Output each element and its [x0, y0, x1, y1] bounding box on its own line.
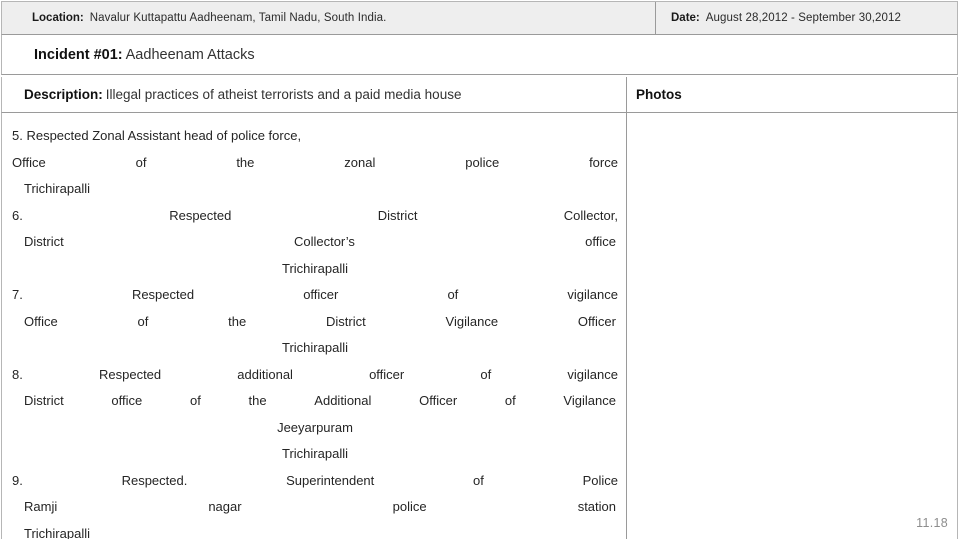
description-line: Office of the zonal police force — [12, 150, 618, 177]
description-word: the — [228, 313, 247, 329]
description-word: 5. Respected Zonal Assistant head of pol… — [12, 128, 302, 143]
description-word: Respected — [98, 366, 162, 382]
column-header-row: Description: Illegal practices of atheis… — [1, 77, 958, 113]
description-entry: 9. Respected. Superintendent of Police Ramji n… — [12, 468, 618, 540]
description-word: vigilance — [567, 366, 618, 382]
description-line: 9. Respected. Superintendent of Police — [12, 468, 618, 495]
description-word: of — [480, 366, 492, 382]
description-entry: 7. Respected officer of vigilance Office of the… — [12, 282, 618, 362]
description-word: of — [473, 472, 484, 488]
description-word: Trichirapalli — [24, 181, 90, 196]
description-line: Trichirapalli — [12, 335, 618, 362]
description-line: Trichirapalli — [12, 256, 618, 283]
description-label: Description: — [24, 87, 103, 102]
description-word: Police — [582, 472, 618, 488]
description-word: 8. — [12, 366, 23, 382]
description-word: office — [111, 393, 143, 408]
description-word: police — [465, 154, 500, 170]
description-word: 9. — [12, 472, 23, 488]
description-line: 7. Respected officer of vigilance — [12, 282, 618, 309]
description-word: of — [189, 393, 201, 408]
description-word: the — [236, 154, 255, 170]
incident-title: Aadheenam Attacks — [125, 46, 255, 63]
description-word: Vigilance — [445, 313, 499, 329]
description-word: of — [137, 313, 149, 329]
description-line: District Collector’s office — [12, 229, 618, 256]
description-word: Superintendent — [286, 472, 375, 488]
photos-panel — [627, 113, 957, 539]
description-word: 6. — [12, 207, 23, 223]
description-word: force — [589, 154, 618, 170]
description-word: officer — [303, 287, 339, 302]
description-word: officer — [369, 366, 405, 382]
description-entry: 6. Respected District Collector, District Col… — [12, 203, 618, 283]
description-line: Jeeyarpuram — [12, 415, 618, 442]
description-line: Trichirapalli — [12, 176, 618, 203]
description-word: District — [326, 313, 366, 329]
description-line: 8. Respected additional officer of vigilance — [12, 362, 618, 389]
description-line: Trichirapalli — [12, 521, 618, 540]
description-line: District office of the Additional Officer of Vi… — [12, 388, 618, 415]
date-cell: Date: August 28,2012 - September 30,2012 — [656, 2, 957, 34]
description-header-cell: Description: Illegal practices of atheis… — [2, 77, 627, 112]
description-line: 5. Respected Zonal Assistant head of pol… — [12, 123, 618, 150]
location-label: Location: — [32, 12, 84, 24]
description-word: District — [377, 207, 418, 223]
incident-number-label: Incident #01: — [34, 46, 123, 63]
description-value: Illegal practices of atheist terrorists … — [105, 87, 462, 102]
description-word: District — [24, 234, 64, 249]
description-word: Trichirapalli — [24, 525, 90, 540]
description-word: Trichirapalli — [282, 340, 348, 355]
description-word: Respected — [169, 207, 232, 223]
description-line: Ramji nagar police station — [12, 494, 618, 521]
date-value: August 28,2012 - September 30,2012 — [705, 12, 901, 24]
description-word: Jeeyarpuram — [277, 419, 353, 435]
description-word: Respected. — [121, 472, 188, 488]
description-word: of — [135, 154, 147, 170]
description-word: of — [447, 287, 459, 302]
description-word: Additional — [314, 393, 372, 408]
photos-header-cell: Photos — [627, 77, 957, 112]
page-number: 11.18 — [916, 516, 948, 530]
description-word: of — [504, 393, 516, 408]
description-word: Vigilance — [563, 393, 616, 408]
description-word: the — [248, 393, 267, 408]
description-word: office — [585, 234, 616, 249]
description-word: Office — [12, 154, 46, 170]
description-word: Collector, — [563, 207, 618, 223]
description-word: Trichirapalli — [282, 260, 348, 276]
description-word: nagar — [208, 499, 242, 514]
description-word: vigilance — [567, 287, 618, 302]
description-line: 6. Respected District Collector, — [12, 203, 618, 230]
description-word: Ramji — [24, 499, 58, 514]
description-word: District — [24, 393, 64, 408]
location-value: Navalur Kuttapattu Aadheenam, Tamil Nadu… — [89, 12, 387, 24]
document-body-row: 5. Respected Zonal Assistant head of pol… — [1, 113, 958, 539]
description-word: police — [392, 499, 427, 514]
description-word: Trichirapalli — [282, 446, 348, 461]
document-page: Location: Navalur Kuttapattu Aadheenam, … — [0, 0, 960, 540]
meta-header-bar: Location: Navalur Kuttapattu Aadheenam, … — [1, 1, 958, 35]
location-cell: Location: Navalur Kuttapattu Aadheenam, … — [2, 2, 656, 34]
description-line: Trichirapalli — [12, 441, 618, 468]
description-text-column: 5. Respected Zonal Assistant head of pol… — [2, 113, 627, 539]
description-line: Office of the District Vigilance Officer — [12, 309, 618, 336]
description-word: Office — [24, 313, 58, 329]
incident-title-row: Incident #01: Aadheenam Attacks — [1, 35, 958, 75]
description-word: station — [577, 499, 616, 514]
description-word: zonal — [344, 154, 376, 170]
description-word: Collector’s — [293, 234, 355, 249]
description-word: additional — [237, 366, 293, 382]
description-entry: 5. Respected Zonal Assistant head of pol… — [12, 123, 618, 203]
description-word: Officer — [577, 313, 616, 329]
description-word: Respected — [131, 287, 195, 302]
description-word: Officer — [419, 393, 458, 408]
photos-label: Photos — [636, 87, 682, 102]
description-entry: 8. Respected additional officer of vigilance D… — [12, 362, 618, 468]
description-word: 7. — [12, 287, 23, 302]
date-label: Date: — [671, 12, 700, 24]
